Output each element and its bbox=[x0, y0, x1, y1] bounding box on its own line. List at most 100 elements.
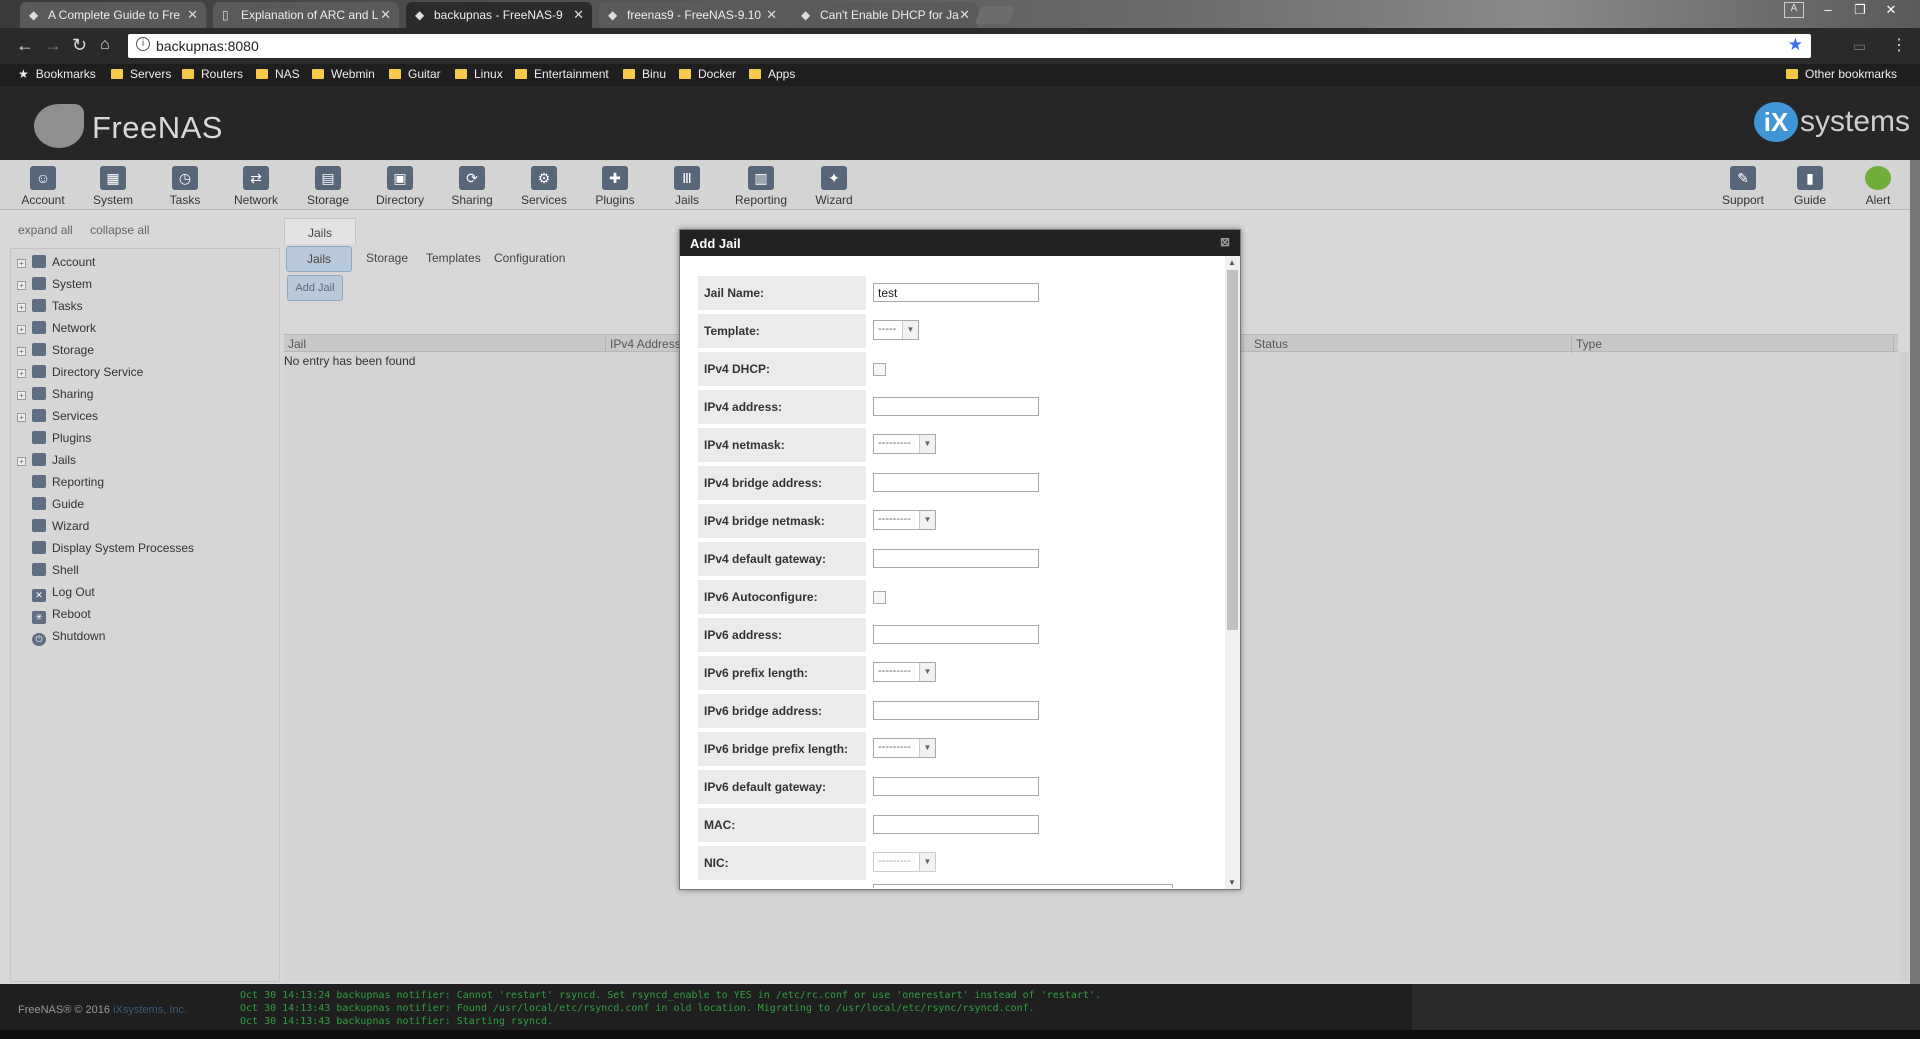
topnav-support[interactable]: ✎ Support bbox=[1708, 166, 1778, 207]
cast-icon[interactable]: ▭ bbox=[1853, 38, 1866, 55]
close-tab-icon[interactable]: ✕ bbox=[766, 7, 777, 23]
topnav-alert[interactable]: Alert bbox=[1843, 166, 1913, 207]
tree-item-log-out[interactable]: ✕ Log Out bbox=[17, 585, 95, 605]
browser-tab-active[interactable]: ◆ backupnas - FreeNAS-9 ✕ bbox=[406, 2, 592, 28]
expand-all-link[interactable]: expand all bbox=[18, 223, 73, 237]
ipv4-bridge-netmask-select[interactable]: --------- ▼ bbox=[873, 510, 936, 530]
ipv6-bridge-prefix-length-select[interactable]: --------- ▼ bbox=[873, 738, 936, 758]
topnav-system[interactable]: ▦ System bbox=[78, 166, 148, 207]
company-link[interactable]: iXsystems, Inc. bbox=[113, 1004, 187, 1016]
topnav-storage[interactable]: ▤ Storage bbox=[293, 166, 363, 207]
topnav-jails[interactable]: Ⅲ Jails bbox=[652, 166, 722, 207]
ipv4-address-input[interactable] bbox=[873, 397, 1039, 416]
add-jail-button[interactable]: Add Jail bbox=[287, 275, 343, 301]
bookmark-folder[interactable]: Apps bbox=[749, 67, 795, 81]
bookmark-folder[interactable]: NAS bbox=[256, 67, 300, 81]
subtab-configuration[interactable]: Configuration bbox=[486, 246, 573, 270]
tree-item-wizard[interactable]: Wizard bbox=[17, 519, 89, 539]
template-select[interactable]: ----- ▼ bbox=[873, 320, 919, 340]
home-icon[interactable]: ⌂ bbox=[100, 36, 110, 54]
scrollbar-thumb[interactable] bbox=[1227, 270, 1238, 630]
expand-icon[interactable]: + bbox=[17, 457, 26, 466]
bookmark-folder[interactable]: Binu bbox=[623, 67, 666, 81]
bookmark-folder[interactable]: Entertainment bbox=[515, 67, 609, 81]
expand-icon[interactable]: + bbox=[17, 303, 26, 312]
topnav-tasks[interactable]: ◷ Tasks bbox=[150, 166, 220, 207]
tree-item-network[interactable]: + Network bbox=[17, 321, 96, 341]
browser-menu-icon[interactable]: ⋮ bbox=[1891, 35, 1907, 55]
expand-icon[interactable]: + bbox=[17, 281, 26, 290]
bookmark-folder[interactable]: Routers bbox=[182, 67, 243, 81]
close-tab-icon[interactable]: ✕ bbox=[380, 7, 391, 23]
browser-tab[interactable]: ▯ Explanation of ARC and L ✕ bbox=[213, 2, 399, 28]
tree-item-guide[interactable]: Guide bbox=[17, 497, 84, 517]
dialog-scrollbar[interactable]: ▲ ▼ bbox=[1225, 256, 1240, 889]
ipv4-netmask-select[interactable]: --------- ▼ bbox=[873, 434, 936, 454]
ipv6-address-input[interactable] bbox=[873, 625, 1039, 644]
bookmark-folder[interactable]: Linux bbox=[455, 67, 503, 81]
bookmark-folder[interactable]: Webmin bbox=[312, 67, 375, 81]
new-tab-button[interactable] bbox=[974, 6, 1016, 24]
tree-item-jails[interactable]: + Jails bbox=[17, 453, 76, 473]
tab-jails[interactable]: Jails bbox=[284, 218, 356, 244]
tree-item-account[interactable]: + Account bbox=[17, 255, 95, 275]
bookmark-folder[interactable]: Guitar bbox=[389, 67, 441, 81]
tree-item-display-system-processes[interactable]: Display System Processes bbox=[17, 541, 194, 561]
bookmark-folder[interactable]: Docker bbox=[679, 67, 736, 81]
tree-item-directory-service[interactable]: + Directory Service bbox=[17, 365, 143, 385]
expand-icon[interactable]: + bbox=[17, 369, 26, 378]
ipv4-bridge-address-input[interactable] bbox=[873, 473, 1039, 492]
column-type[interactable]: Type bbox=[1572, 337, 1894, 353]
scroll-up-icon[interactable]: ▲ bbox=[1228, 258, 1236, 267]
close-tab-icon[interactable]: ✕ bbox=[187, 7, 198, 23]
scroll-down-icon[interactable]: ▼ bbox=[1228, 878, 1236, 887]
topnav-plugins[interactable]: ✚ Plugins bbox=[580, 166, 650, 207]
bookmarks-star-item[interactable]: ★ Bookmarks bbox=[18, 67, 96, 81]
ipv4-dhcp-checkbox[interactable] bbox=[873, 363, 886, 376]
close-tab-icon[interactable]: ✕ bbox=[959, 7, 970, 23]
tree-item-shutdown[interactable]: ⏻ Shutdown bbox=[17, 629, 105, 649]
table-scrollbar[interactable] bbox=[1899, 352, 1909, 982]
tree-item-shell[interactable]: Shell bbox=[17, 563, 79, 583]
column-jail[interactable]: Jail bbox=[284, 337, 606, 353]
bookmark-folder[interactable]: Servers bbox=[111, 67, 171, 81]
tree-item-reporting[interactable]: Reporting bbox=[17, 475, 104, 495]
tree-item-services[interactable]: + Services bbox=[17, 409, 98, 429]
ipv6-prefix-length-select[interactable]: --------- ▼ bbox=[873, 662, 936, 682]
topnav-wizard[interactable]: ✦ Wizard bbox=[799, 166, 869, 207]
ipv6-default-gateway-input[interactable] bbox=[873, 777, 1039, 796]
minimize-icon[interactable]: – bbox=[1813, 2, 1843, 17]
address-bar[interactable]: i backupnas:8080 ★ bbox=[128, 34, 1811, 58]
expand-icon[interactable]: + bbox=[17, 347, 26, 356]
reload-icon[interactable]: ↻ bbox=[72, 35, 87, 56]
close-window-icon[interactable]: ✕ bbox=[1876, 2, 1906, 18]
topnav-directory[interactable]: ▣ Directory bbox=[365, 166, 435, 207]
nic-select[interactable]: --------- ▼ bbox=[873, 852, 936, 872]
tree-item-system[interactable]: + System bbox=[17, 277, 92, 297]
browser-tab[interactable]: ◆ A Complete Guide to Fre ✕ bbox=[20, 2, 206, 28]
ipv4-default-gateway-input[interactable] bbox=[873, 549, 1039, 568]
topnav-network[interactable]: ⇄ Network bbox=[221, 166, 291, 207]
close-icon[interactable]: ⊠ bbox=[1220, 235, 1230, 249]
ipv6-bridge-address-input[interactable] bbox=[873, 701, 1039, 720]
restore-icon[interactable]: ❐ bbox=[1845, 2, 1875, 18]
tree-item-plugins[interactable]: Plugins bbox=[17, 431, 91, 451]
topnav-reporting[interactable]: ▥ Reporting bbox=[726, 166, 796, 207]
tree-item-tasks[interactable]: + Tasks bbox=[17, 299, 83, 319]
close-tab-icon[interactable]: ✕ bbox=[573, 7, 584, 23]
mac-input[interactable] bbox=[873, 815, 1039, 834]
expand-icon[interactable]: + bbox=[17, 259, 26, 268]
topnav-services[interactable]: ⚙ Services bbox=[509, 166, 579, 207]
back-icon[interactable]: ← bbox=[16, 35, 34, 56]
subtab-storage[interactable]: Storage bbox=[358, 246, 416, 270]
profile-button[interactable]: A bbox=[1784, 2, 1804, 18]
expand-icon[interactable]: + bbox=[17, 413, 26, 422]
topnav-guide[interactable]: ▮ Guide bbox=[1775, 166, 1845, 207]
subtab-templates[interactable]: Templates bbox=[418, 246, 489, 270]
expand-icon[interactable]: + bbox=[17, 391, 26, 400]
bookmark-star-icon[interactable]: ★ bbox=[1788, 35, 1803, 55]
expand-icon[interactable]: + bbox=[17, 325, 26, 334]
subtab-jails[interactable]: Jails bbox=[286, 246, 352, 272]
browser-tab[interactable]: ◆ Can't Enable DHCP for Ja ✕ bbox=[792, 2, 978, 28]
jail-name-input[interactable] bbox=[873, 283, 1039, 302]
